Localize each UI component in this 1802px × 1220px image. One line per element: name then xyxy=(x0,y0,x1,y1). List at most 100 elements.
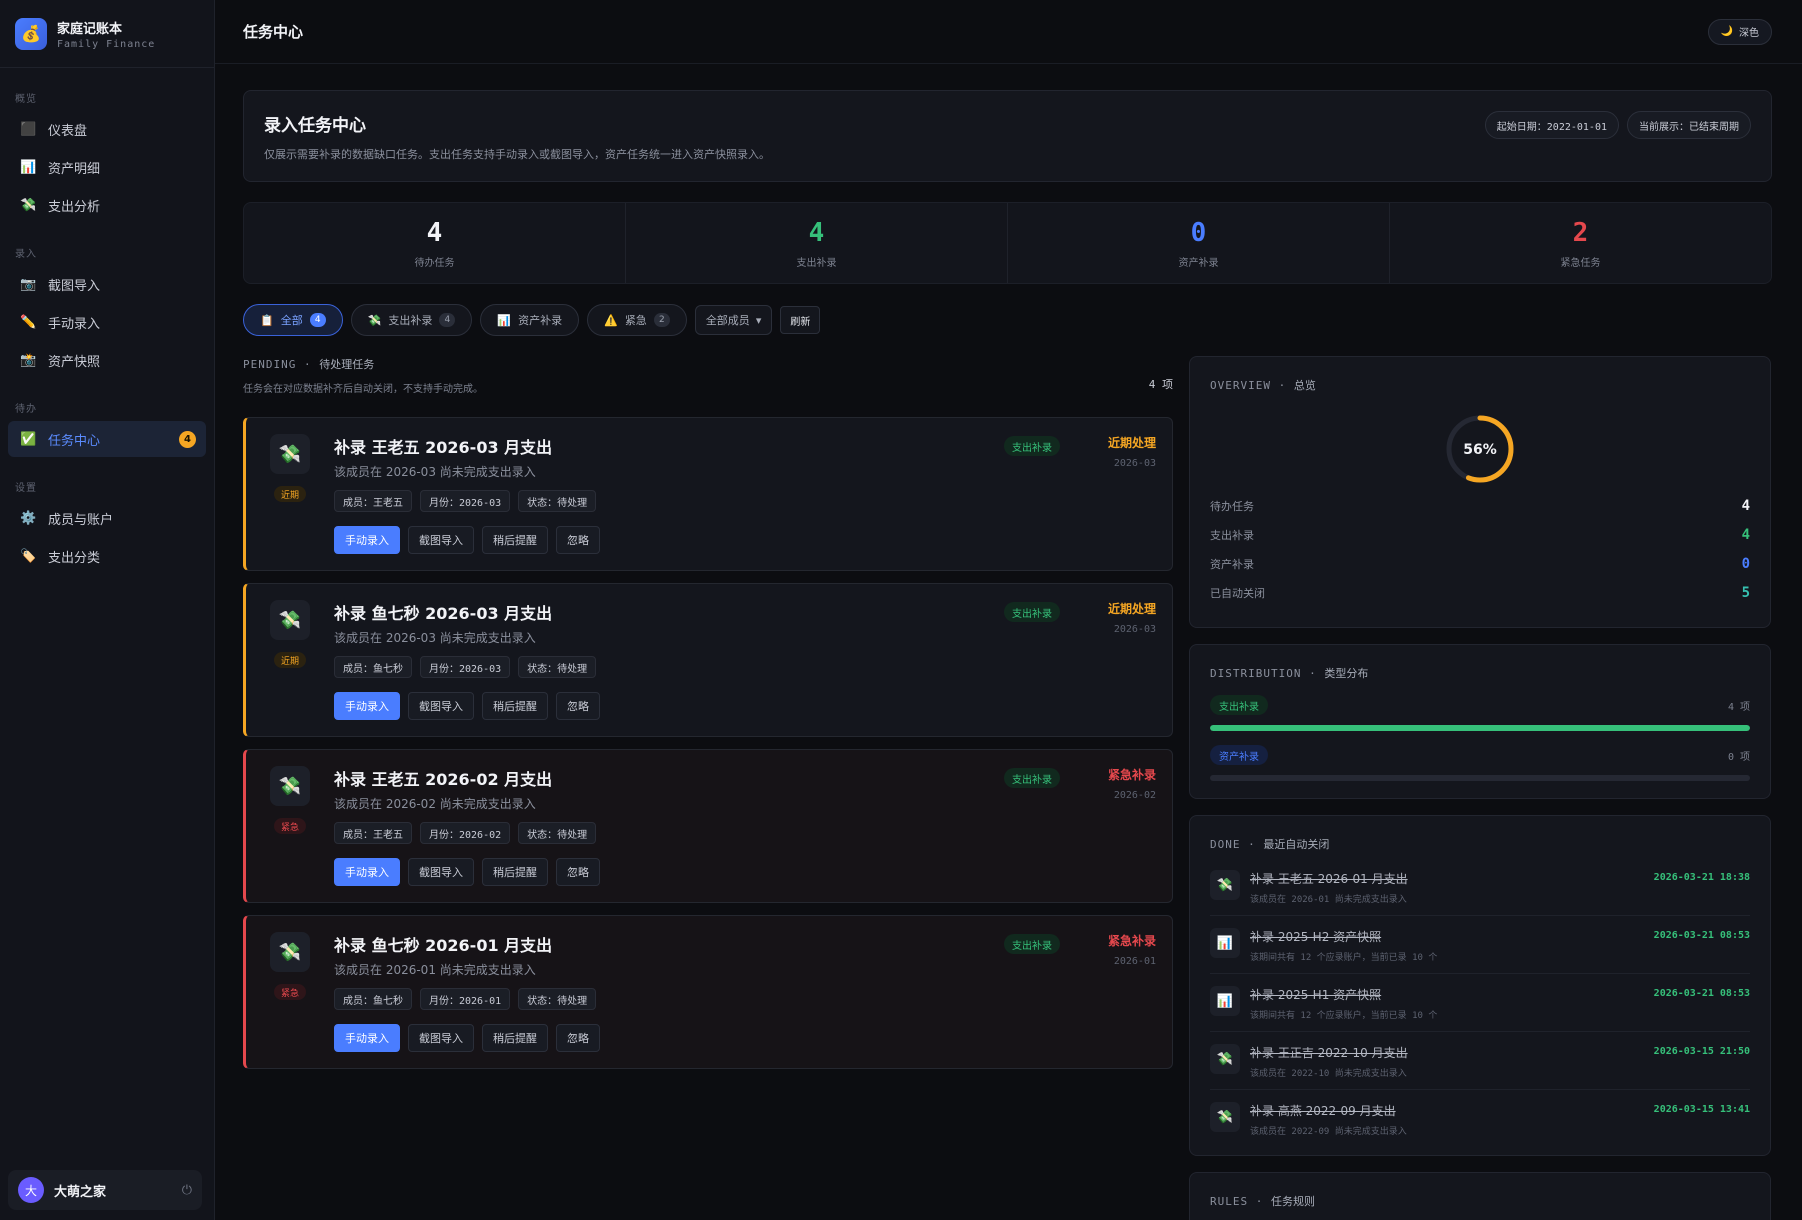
pending-count: 4 项 xyxy=(1148,378,1173,391)
nav-section-overview: 概览 xyxy=(15,94,37,105)
task-count-badge: 4 xyxy=(179,431,196,448)
bar-chart-icon: 📊 xyxy=(20,159,37,175)
task-status: 近期处理 xyxy=(1107,436,1156,450)
meta-month: 月份：2026-02 xyxy=(420,822,511,844)
remind-later-button[interactable]: 稍后提醒 xyxy=(482,1024,548,1052)
meta-member: 成员：鱼七秒 xyxy=(334,656,412,678)
done-item[interactable]: 💸 补录 王老五 2026-01 月支出 该成员在 2026-01 尚未完成支出录入… xyxy=(1210,858,1750,916)
overview-title-cn: 总览 xyxy=(1293,379,1316,392)
done-item[interactable]: 💸 补录 王正吉 2022-10 月支出 该成员在 2022-10 尚未完成支出录入… xyxy=(1210,1032,1750,1090)
money-wings-icon: 💸 xyxy=(270,766,310,806)
camera-icon: 📷 xyxy=(20,276,37,292)
filter-count: 2 xyxy=(653,313,670,327)
done-desc: 该期间共有 12 个应录账户，当前已录 10 个 xyxy=(1250,953,1438,963)
page-title: 任务中心 xyxy=(243,23,304,41)
stat-label: 资产补录 xyxy=(1178,257,1219,269)
done-item[interactable]: 📊 补录 2025-H2 资产快照 该期间共有 12 个应录账户，当前已录 10 个… xyxy=(1210,916,1750,974)
theme-toggle-button[interactable]: 🌙 深色 xyxy=(1707,18,1772,45)
filter-label: 全部 xyxy=(280,314,303,327)
nav-section-settings: 设置 xyxy=(15,483,37,494)
task-description: 该成员在 2026-01 尚未完成支出录入 xyxy=(334,963,536,977)
pending-subtitle: 任务会在对应数据补齐后自动关闭，不支持手动完成。 xyxy=(243,384,483,395)
user-name: 大萌之家 xyxy=(54,1184,107,1200)
filter-urgent[interactable]: ⚠️ 紧急 2 xyxy=(587,304,687,336)
done-item[interactable]: 📊 补录 2025-H1 资产快照 该期间共有 12 个应录账户，当前已录 10 个… xyxy=(1210,974,1750,1032)
done-title-text: 补录 高燕 2022-09 月支出 xyxy=(1250,1104,1396,1118)
refresh-button[interactable]: 刷新 xyxy=(780,306,821,334)
row-label: 已自动关闭 xyxy=(1210,587,1265,600)
done-desc: 该成员在 2022-09 尚未完成支出录入 xyxy=(1250,1127,1407,1137)
screenshot-import-button[interactable]: 截图导入 xyxy=(408,692,474,720)
sidebar-item-expense-categories[interactable]: 🏷️ 支出分类 xyxy=(8,538,206,574)
task-actions: 手动录入 截图导入 稍后提醒 忽略 xyxy=(334,526,600,554)
meta-month: 月份：2026-03 xyxy=(420,656,511,678)
done-item[interactable]: 💸 补录 高燕 2022-09 月支出 该成员在 2022-09 尚未完成支出录入 2… xyxy=(1210,1090,1750,1147)
sidebar-item-screenshot-import[interactable]: 📷 截图导入 xyxy=(8,266,206,302)
meta-member: 成员：王老五 xyxy=(334,490,412,512)
stats-bar: 4 待办任务 4 支出补录 0 资产补录 2 紧急任务 xyxy=(243,202,1772,284)
stat-label: 待办任务 xyxy=(414,257,455,269)
sidebar-item-asset-snapshot[interactable]: 📸 资产快照 xyxy=(8,342,206,378)
stat-expense: 4 支出补录 xyxy=(626,203,1008,283)
check-box-icon: ✅ xyxy=(20,431,37,447)
hero-description: 仅展示需要补录的数据缺口任务。支出任务支持手动录入或截图导入，资产任务统一进入资… xyxy=(264,148,770,161)
done-time: 2026-03-21 08:53 xyxy=(1653,930,1750,941)
screenshot-import-button[interactable]: 截图导入 xyxy=(408,526,474,554)
done-time: 2026-03-15 21:50 xyxy=(1653,1046,1750,1057)
user-profile[interactable]: 大 大萌之家 ⏻ xyxy=(8,1170,202,1210)
task-status: 近期处理 xyxy=(1107,602,1156,616)
sidebar-item-dashboard[interactable]: ⬛ 仪表盘 xyxy=(8,111,206,147)
remind-later-button[interactable]: 稍后提醒 xyxy=(482,526,548,554)
manual-input-button[interactable]: 手动录入 xyxy=(334,526,400,554)
money-wings-icon: 💸 xyxy=(367,313,382,327)
task-status: 紧急补录 xyxy=(1107,768,1156,782)
member-select[interactable]: 全部成员 ▾ xyxy=(694,305,773,335)
sidebar-item-label: 仪表盘 xyxy=(48,123,88,139)
pending-title: PENDING · 待处理任务 xyxy=(243,358,375,371)
sidebar-item-members-accounts[interactable]: ⚙️ 成员与账户 xyxy=(8,500,206,536)
money-wings-icon: 💸 xyxy=(270,434,310,474)
sidebar-item-assets[interactable]: 📊 资产明细 xyxy=(8,149,206,185)
manual-input-button[interactable]: 手动录入 xyxy=(334,1024,400,1052)
stat-pending: 4 待办任务 xyxy=(244,203,626,283)
ignore-button[interactable]: 忽略 xyxy=(556,692,600,720)
filter-all[interactable]: 📋 全部 4 xyxy=(243,304,343,336)
remind-later-button[interactable]: 稍后提醒 xyxy=(482,692,548,720)
stat-label: 支出补录 xyxy=(796,257,837,269)
ignore-button[interactable]: 忽略 xyxy=(556,526,600,554)
power-icon[interactable]: ⏻ xyxy=(182,1183,192,1198)
task-type-badge: 支出补录 xyxy=(1004,436,1060,456)
task-description: 该成员在 2026-02 尚未完成支出录入 xyxy=(334,797,536,811)
stat-value: 0 xyxy=(1190,217,1207,248)
filter-count: 4 xyxy=(439,313,456,327)
meta-month: 月份：2026-03 xyxy=(420,490,511,512)
bar-chart-icon: 📊 xyxy=(497,313,512,327)
sidebar-item-expense-analysis[interactable]: 💸 支出分析 xyxy=(8,187,206,223)
distribution-pill: 支出补录 xyxy=(1210,695,1268,715)
money-wings-icon: 💸 xyxy=(1210,1044,1240,1074)
remind-later-button[interactable]: 稍后提醒 xyxy=(482,858,548,886)
filter-expense[interactable]: 💸 支出补录 4 xyxy=(350,304,473,336)
pending-title-en: PENDING xyxy=(243,358,297,371)
hero-chips: 起始日期：2022-01-01 当前展示：已结束周期 xyxy=(1484,111,1751,139)
brand[interactable]: 💰 家庭记账本 Family Finance xyxy=(0,0,214,68)
task-title: 补录 王老五 2026-03 月支出 xyxy=(334,438,553,457)
filter-label: 资产补录 xyxy=(518,314,563,327)
sidebar-item-manual-input[interactable]: ✏️ 手动录入 xyxy=(8,304,206,340)
manual-input-button[interactable]: 手动录入 xyxy=(334,692,400,720)
camera-flash-icon: 📸 xyxy=(20,352,37,368)
task-meta: 成员：王老五 月份：2026-03 状态：待处理 xyxy=(334,490,597,512)
ignore-button[interactable]: 忽略 xyxy=(556,1024,600,1052)
task-month: 2026-03 xyxy=(1113,458,1156,469)
row-value: 0 xyxy=(1741,556,1750,572)
screenshot-import-button[interactable]: 截图导入 xyxy=(408,1024,474,1052)
overview-row: 支出补录 4 xyxy=(1210,527,1750,543)
filter-asset[interactable]: 📊 资产补录 xyxy=(480,304,580,336)
money-wings-icon: 💸 xyxy=(270,600,310,640)
ignore-button[interactable]: 忽略 xyxy=(556,858,600,886)
sidebar-item-task-center[interactable]: ✅ 任务中心 4 xyxy=(8,421,206,457)
row-label: 支出补录 xyxy=(1210,529,1254,542)
screenshot-import-button[interactable]: 截图导入 xyxy=(408,858,474,886)
manual-input-button[interactable]: 手动录入 xyxy=(334,858,400,886)
done-title-text: 补录 王老五 2026-01 月支出 xyxy=(1250,872,1408,886)
